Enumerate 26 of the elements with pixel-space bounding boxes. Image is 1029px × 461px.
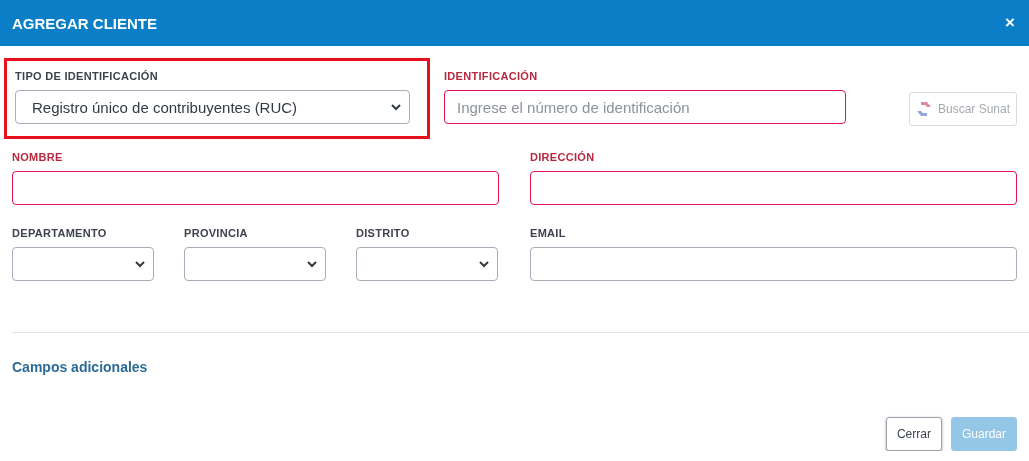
field-label: EMAIL — [530, 227, 567, 240]
field-label: IDENTIFICACIÓN — [444, 70, 539, 83]
close-dialog-button[interactable]: Cerrar — [885, 417, 942, 451]
select-field[interactable] — [184, 247, 326, 281]
input-field[interactable]: Ingrese el número de identificación — [444, 90, 846, 124]
field-label: TIPO DE IDENTIFICACIÓN — [15, 70, 159, 83]
select-field[interactable] — [356, 247, 498, 281]
select-value: Registro único de contribuyentes (RUC) — [31, 98, 299, 116]
select-field[interactable] — [12, 247, 154, 281]
additional-fields-link[interactable]: Campos adicionales — [12, 359, 148, 375]
close-button[interactable]: × — [1003, 13, 1017, 33]
chevron-down-icon — [307, 260, 317, 268]
chevron-down-icon — [479, 260, 489, 268]
input-field[interactable] — [530, 247, 1017, 281]
field-label: DIRECCIÓN — [530, 151, 596, 164]
field-label: NOMBRE — [12, 151, 64, 164]
chevron-down-icon — [391, 103, 401, 111]
chevron-down-icon — [135, 260, 145, 268]
field-label: DEPARTAMENTO — [12, 227, 108, 240]
select-field[interactable]: Registro único de contribuyentes (RUC) — [15, 90, 410, 124]
field-label: DISTRITO — [356, 227, 411, 240]
input-field[interactable] — [530, 171, 1017, 205]
dialog-title: AGREGAR CLIENTE — [12, 14, 157, 32]
field-label: PROVINCIA — [184, 227, 249, 240]
input-field[interactable] — [12, 171, 499, 205]
sync-arrows-icon — [915, 101, 932, 117]
